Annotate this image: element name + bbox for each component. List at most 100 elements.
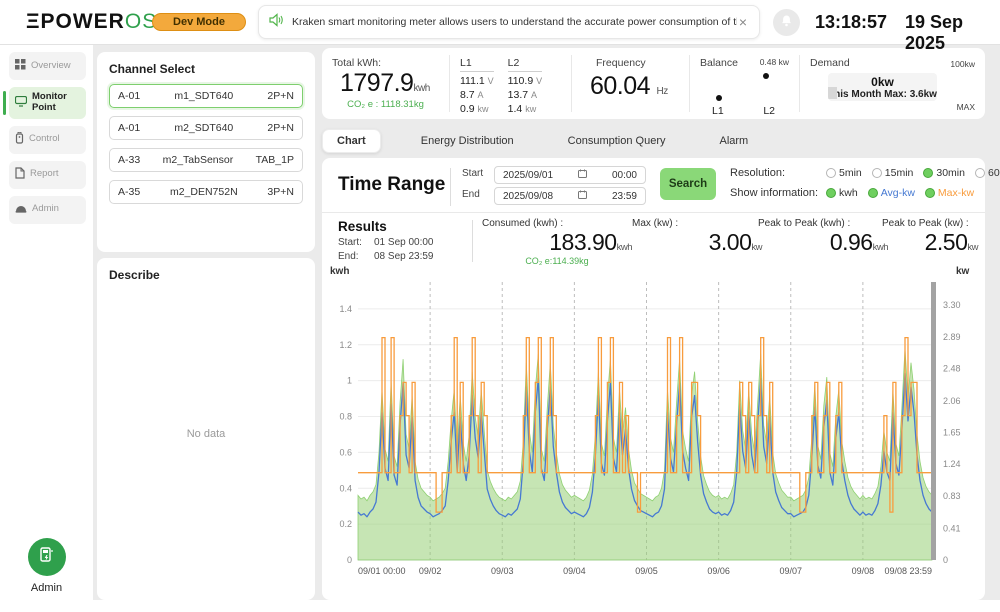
svg-text:2.48: 2.48 [943, 363, 961, 373]
chart-scrollbar[interactable] [931, 282, 936, 560]
svg-text:1: 1 [347, 376, 352, 386]
notification-bell-button[interactable] [773, 9, 800, 36]
describe-title: Describe [109, 268, 303, 282]
time-range-title: Time Range [338, 174, 445, 196]
report-document-icon [15, 166, 25, 184]
total-kwh-value: 1797.9kwh [340, 69, 439, 98]
svg-text:09/06: 09/06 [707, 566, 730, 576]
current-date: 19 Sep 2025 [905, 12, 1000, 54]
dev-mode-badge: Dev Mode [152, 13, 246, 31]
sidebar-item-admin[interactable]: Admin [9, 196, 86, 224]
checkbox-checked-icon [925, 188, 935, 198]
svg-text:09/08: 09/08 [852, 566, 875, 576]
svg-text:kwh: kwh [330, 266, 349, 277]
phase-readings-section: L1 111.1 V 8.7 A 0.9 kw L2 110.9 V 13.7 … [450, 55, 572, 112]
resolution-5min[interactable]: 5min [826, 167, 862, 179]
resolution-options: Resolution: 5min 15min 30min 60min [730, 167, 1000, 179]
app-body: Overview Monitor Point Control Report Ad… [0, 45, 1000, 612]
top-bar: ΞPOWEROS Dev Mode Kraken smart monitorin… [0, 0, 1000, 45]
channel-row-m2-den752n[interactable]: A-35 m2_DEN752N 3P+N [109, 180, 303, 204]
radio-icon [826, 168, 836, 178]
svg-text:1.65: 1.65 [943, 428, 961, 438]
channel-row-m1-sdt640[interactable]: A-01 m1_SDT640 2P+N [109, 84, 303, 108]
svg-text:1.2: 1.2 [339, 340, 352, 350]
show-avg-kw-checkbox[interactable]: Avg-kw [868, 187, 915, 199]
balance-l1-dot [716, 95, 722, 101]
demand-progress [828, 87, 837, 99]
start-datetime-input[interactable]: 2025/09/01 00:00 [494, 166, 646, 184]
app-logo: ΞPOWEROS [26, 10, 157, 34]
live-stats-bar: Total kWh: 1797.9kwh CO₂ e : 1118.31kg L… [322, 48, 985, 119]
start-label: Start [462, 168, 483, 179]
calendar-icon [578, 169, 587, 181]
svg-text:2.06: 2.06 [943, 396, 961, 406]
radio-selected-icon [923, 168, 933, 178]
tab-energy-distribution[interactable]: Energy Distribution [407, 130, 528, 152]
svg-text:2.89: 2.89 [943, 332, 961, 342]
chart-canvas: 00.20.40.60.811.21.400.410.831.241.652.0… [322, 264, 985, 600]
admin-avatar-button[interactable] [28, 538, 66, 576]
sidebar-item-report[interactable]: Report [9, 161, 86, 189]
svg-text:0.4: 0.4 [339, 483, 352, 493]
tab-consumption-query[interactable]: Consumption Query [554, 130, 680, 152]
view-tabs: Chart Energy Distribution Consumption Qu… [322, 128, 762, 154]
checkbox-checked-icon [826, 188, 836, 198]
demand-current: 0kw [828, 75, 937, 89]
tab-chart[interactable]: Chart [322, 129, 381, 153]
admin-avatar-label: Admin [0, 582, 93, 594]
notification-text: Kraken smart monitoring meter allows use… [292, 16, 737, 28]
sidebar-item-overview[interactable]: Overview [9, 52, 86, 80]
svg-text:0.41: 0.41 [943, 523, 961, 533]
results-end: End:08 Sep 23:59 [338, 251, 434, 262]
resolution-60min[interactable]: 60min [975, 167, 1000, 179]
tab-alarm[interactable]: Alarm [706, 130, 763, 152]
resolution-15min[interactable]: 15min [872, 167, 914, 179]
results-start: Start:01 Sep 00:00 [338, 237, 434, 248]
svg-text:09/04: 09/04 [563, 566, 586, 576]
svg-text:1.24: 1.24 [943, 459, 961, 469]
show-kwh-checkbox[interactable]: kwh [826, 187, 858, 199]
sidebar-item-monitor-point[interactable]: Monitor Point [9, 87, 86, 119]
meter-icon [38, 546, 56, 569]
resolution-30min[interactable]: 30min [923, 167, 965, 179]
total-kwh-section: Total kWh: 1797.9kwh CO₂ e : 1118.31kg [322, 55, 450, 112]
speaker-icon [269, 13, 284, 32]
end-label: End [462, 189, 480, 200]
svg-text:0: 0 [347, 555, 352, 565]
channel-row-m2-sdt640[interactable]: A-01 m2_SDT640 2P+N [109, 116, 303, 140]
svg-text:1.4: 1.4 [339, 304, 352, 314]
svg-text:09/07: 09/07 [779, 566, 802, 576]
balance-l2-dot [763, 73, 769, 79]
clock: 13:18:57 [815, 12, 887, 33]
svg-text:09/01 00:00: 09/01 00:00 [358, 566, 406, 576]
demand-scale-max: 100kw [950, 59, 975, 69]
demand-max-label: MAX [957, 102, 975, 112]
sidebar-item-control[interactable]: Control [9, 126, 86, 154]
checkbox-checked-icon [868, 188, 878, 198]
divider [322, 212, 985, 213]
svg-text:3.30: 3.30 [943, 300, 961, 310]
svg-text:0.8: 0.8 [339, 412, 352, 422]
divider [450, 168, 451, 206]
svg-text:0: 0 [943, 555, 948, 565]
channel-row-m2-tabsensor[interactable]: A-33 m2_TabSensor TAB_1P [109, 148, 303, 172]
bell-icon [780, 14, 793, 32]
metric-peak-to-peak-kw: Peak to Peak (kw) : 2.50kw [882, 218, 978, 256]
chart-panel: Time Range Start End 2025/09/01 00:00 20… [322, 158, 985, 600]
svg-text:09/05: 09/05 [635, 566, 658, 576]
close-icon[interactable]: × [737, 14, 749, 30]
search-button[interactable]: Search [660, 168, 716, 200]
admin-helmet-icon [15, 201, 27, 219]
calendar-icon [578, 190, 587, 202]
frequency-section: Frequency 60.04 Hz [572, 55, 690, 112]
svg-text:kw: kw [956, 266, 970, 277]
radio-icon [975, 168, 985, 178]
total-co2: CO₂ e : 1118.31kg [332, 99, 439, 110]
balance-value: 0.48 kw [760, 57, 789, 67]
radio-icon [872, 168, 882, 178]
overview-grid-icon [15, 57, 26, 75]
remote-control-icon [15, 131, 24, 149]
show-max-kw-checkbox[interactable]: Max-kw [925, 187, 974, 199]
results-title: Results [338, 219, 387, 234]
end-datetime-input[interactable]: 2025/09/08 23:59 [494, 187, 646, 205]
